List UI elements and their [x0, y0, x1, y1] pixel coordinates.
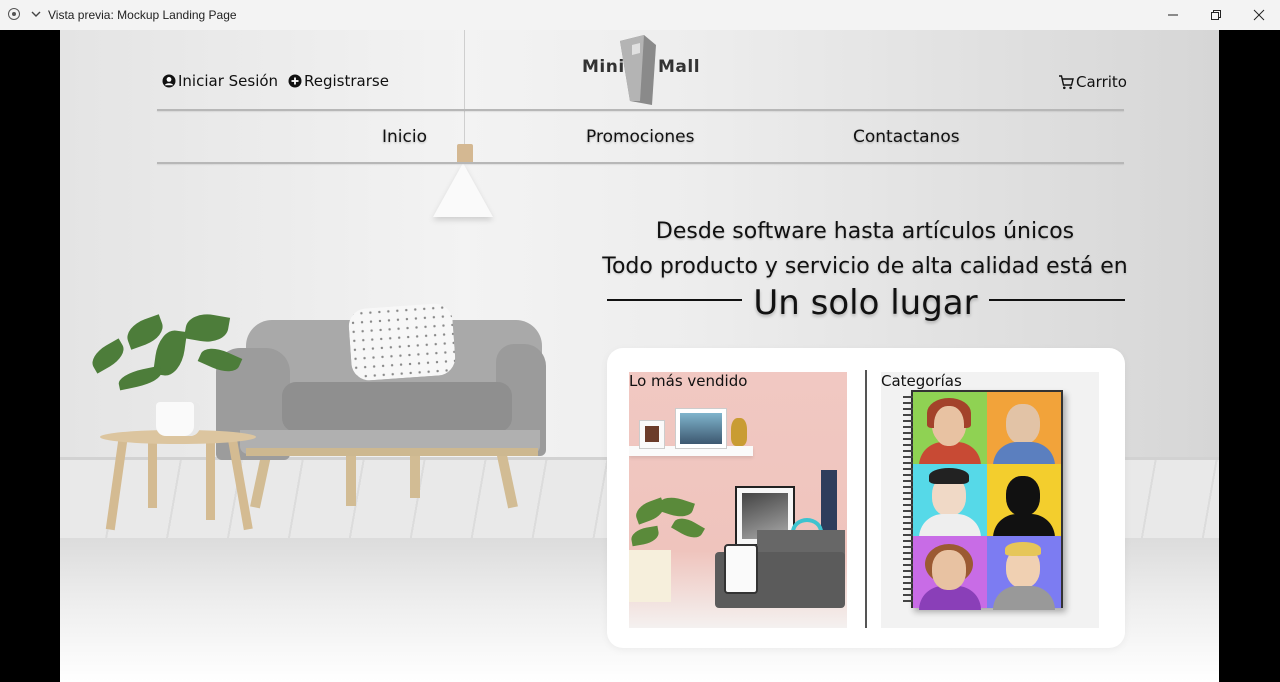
minimall-logo[interactable]: Mini Mall — [582, 35, 700, 107]
hero-line-2: Todo producto y servicio de alta calidad… — [602, 254, 1128, 279]
nav-contact[interactable]: Contactanos — [853, 127, 960, 147]
nav-home[interactable]: Inicio — [382, 127, 427, 147]
login-label: Iniciar Sesión — [178, 72, 279, 90]
best-seller-label: Lo más vendido — [629, 372, 748, 390]
featured-card: Lo más vendido Categorías — [607, 348, 1125, 648]
best-seller-panel[interactable]: Lo más vendido — [629, 372, 847, 628]
pendant-lamp — [433, 163, 493, 217]
minimize-icon — [1168, 14, 1178, 16]
close-button[interactable] — [1237, 0, 1280, 30]
landing-page: Iniciar Sesión Registrarse Mini Mall Car… — [60, 30, 1219, 682]
lamp-cord — [464, 30, 465, 148]
pillow — [347, 302, 457, 382]
chevron-down-icon[interactable] — [30, 7, 42, 21]
categories-panel[interactable]: Categorías — [881, 372, 1099, 628]
record-icon[interactable] — [8, 8, 20, 20]
lamp-cap — [457, 144, 473, 164]
logo-word-right: Mall — [658, 57, 701, 77]
register-label: Registrarse — [304, 72, 389, 90]
nav-promotions[interactable]: Promociones — [586, 127, 695, 147]
restore-button[interactable] — [1194, 0, 1238, 30]
cart-label: Carrito — [1076, 73, 1127, 91]
login-link[interactable]: Iniciar Sesión — [162, 72, 278, 90]
cart-link[interactable]: Carrito — [1058, 73, 1127, 91]
logo-word-left: Mini — [582, 57, 625, 77]
user-icon — [162, 74, 176, 88]
plus-circle-icon — [288, 74, 302, 88]
header-divider-top — [157, 109, 1124, 111]
categories-label: Categorías — [881, 372, 962, 390]
header-divider-bottom — [157, 162, 1124, 164]
close-icon — [1253, 9, 1265, 21]
headline-rule-right — [989, 299, 1125, 301]
hero-headline: Un solo lugar — [753, 283, 978, 323]
restore-icon — [1211, 10, 1221, 20]
notebook-image — [903, 390, 1063, 610]
hero-line-1: Desde software hasta artículos únicos — [655, 219, 1075, 244]
register-link[interactable]: Registrarse — [288, 72, 389, 90]
window-title: Vista previa: Mockup Landing Page — [48, 8, 237, 22]
window-titlebar: Vista previa: Mockup Landing Page — [0, 0, 1280, 30]
cart-icon — [1059, 74, 1074, 89]
card-divider — [865, 370, 867, 628]
minimize-button[interactable] — [1151, 0, 1195, 30]
headline-rule-left — [607, 299, 742, 301]
